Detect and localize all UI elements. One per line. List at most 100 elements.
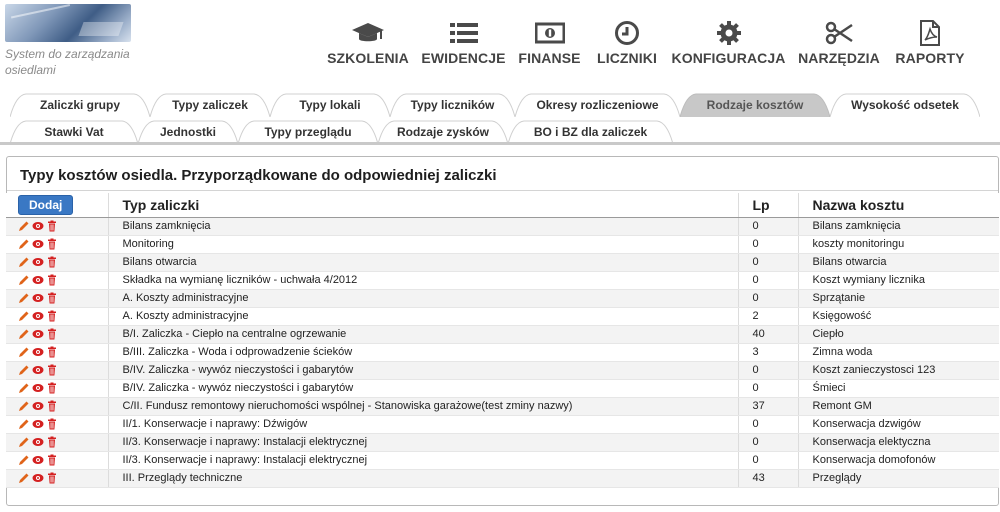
tab-wysokosc-odsetek[interactable]: Wysokość odsetek	[830, 93, 980, 117]
row-actions	[6, 415, 108, 434]
eye-icon[interactable]	[32, 238, 44, 250]
nav-liczniki[interactable]: LICZNIKI	[588, 20, 666, 70]
table-row[interactable]: A. Koszty administracyjne 2 Księgowość	[6, 307, 999, 326]
nav-szkolenia[interactable]: SZKOLENIA	[320, 20, 416, 70]
nav-label: SZKOLENIA	[327, 50, 409, 66]
tab-rodzaje-kosztow[interactable]: Rodzaje kosztów	[680, 93, 830, 117]
tab-typy-lokali[interactable]: Typy lokali	[270, 93, 390, 117]
tab-okresy-rozliczeniowe[interactable]: Okresy rozliczeniowe	[515, 93, 680, 117]
table-row[interactable]: II/3. Konserwacje i naprawy: Instalacji …	[6, 451, 999, 470]
nav-narzedzia[interactable]: NARZĘDZIA	[791, 20, 887, 70]
cell-typ-zaliczki: Bilans zamknięcia	[107, 217, 738, 236]
table-row[interactable]: II/3. Konserwacje i naprawy: Instalacji …	[6, 433, 999, 452]
header-nazwa-kosztu[interactable]: Nazwa kosztu	[797, 193, 999, 218]
table-row[interactable]: III. Przeglądy techniczne 43 Przeglądy	[6, 469, 999, 488]
trash-icon[interactable]	[46, 220, 58, 232]
eye-icon[interactable]	[32, 346, 44, 358]
pencil-icon[interactable]	[18, 292, 30, 304]
eye-icon[interactable]	[32, 220, 44, 232]
pencil-icon[interactable]	[18, 346, 30, 358]
table-row[interactable]: Monitoring 0 koszty monitoringu	[6, 235, 999, 254]
pencil-icon[interactable]	[18, 328, 30, 340]
trash-icon[interactable]	[46, 310, 58, 322]
table-row[interactable]: Bilans otwarcia 0 Bilans otwarcia	[6, 253, 999, 272]
nav-raporty[interactable]: RAPORTY	[887, 20, 973, 70]
tab-bo-bz-zaliczek[interactable]: BO i BZ dla zaliczek	[508, 120, 673, 144]
trash-icon[interactable]	[46, 238, 58, 250]
actions-group	[18, 274, 108, 286]
eye-icon[interactable]	[32, 364, 44, 376]
nav-finanse[interactable]: FINANSE	[511, 20, 588, 70]
tab-stawki-vat[interactable]: Stawki Vat	[10, 120, 138, 144]
table-row[interactable]: Składka na wymianę liczników - uchwała 4…	[6, 271, 999, 290]
table-row[interactable]: C/II. Fundusz remontowy nieruchomości ws…	[6, 397, 999, 416]
pencil-icon[interactable]	[18, 310, 30, 322]
header-lp[interactable]: Lp	[737, 193, 798, 218]
pencil-icon[interactable]	[18, 382, 30, 394]
trash-icon[interactable]	[46, 418, 58, 430]
eye-icon[interactable]	[32, 454, 44, 466]
pencil-icon[interactable]	[18, 400, 30, 412]
pencil-icon[interactable]	[18, 274, 30, 286]
eye-icon[interactable]	[32, 328, 44, 340]
trash-icon[interactable]	[46, 436, 58, 448]
pencil-icon[interactable]	[18, 364, 30, 376]
pencil-icon[interactable]	[18, 238, 30, 250]
nav-ewidencje[interactable]: EWIDENCJE	[416, 20, 511, 70]
eye-icon[interactable]	[32, 310, 44, 322]
add-button[interactable]: Dodaj	[18, 194, 74, 215]
eye-icon[interactable]	[32, 274, 44, 286]
trash-icon[interactable]	[46, 292, 58, 304]
eye-icon[interactable]	[32, 292, 44, 304]
row-actions	[6, 361, 108, 380]
table-row[interactable]: B/IV. Zaliczka - wywóz nieczystości i ga…	[6, 361, 999, 380]
pencil-icon[interactable]	[18, 256, 30, 268]
trash-icon[interactable]	[46, 400, 58, 412]
tab-typy-zaliczek[interactable]: Typy zaliczek	[150, 93, 270, 117]
actions-group	[18, 364, 108, 376]
tab-jednostki[interactable]: Jednostki	[138, 120, 238, 144]
tab-label: Zaliczki grupy	[39, 98, 121, 112]
cell-nazwa-kosztu: Śmieci	[797, 379, 999, 398]
trash-icon[interactable]	[46, 328, 58, 340]
table-row[interactable]: A. Koszty administracyjne 0 Sprzątanie	[6, 289, 999, 308]
trash-icon[interactable]	[46, 472, 58, 484]
pencil-icon[interactable]	[18, 418, 30, 430]
trash-icon[interactable]	[46, 346, 58, 358]
header-typ-zaliczki[interactable]: Typ zaliczki	[107, 193, 738, 218]
table-row[interactable]: Bilans zamknięcia 0 Bilans zamknięcia	[6, 217, 999, 236]
table-row[interactable]: B/III. Zaliczka - Woda i odprowadzenie ś…	[6, 343, 999, 362]
cell-typ-zaliczki: C/II. Fundusz remontowy nieruchomości ws…	[107, 397, 738, 416]
eye-icon[interactable]	[32, 382, 44, 394]
trash-icon[interactable]	[46, 382, 58, 394]
table-row[interactable]: II/1. Konserwacje i naprawy: Dźwigów 0 Kon…	[6, 415, 999, 434]
trash-icon[interactable]	[46, 364, 58, 376]
trash-icon[interactable]	[46, 274, 58, 286]
logo[interactable]: System do zarządzania osiedlami	[5, 4, 131, 78]
tab-typy-licznikow[interactable]: Typy liczników	[390, 93, 515, 117]
tab-typy-przegladu[interactable]: Typy przeglądu	[238, 120, 378, 144]
eye-icon[interactable]	[32, 256, 44, 268]
trash-icon[interactable]	[46, 256, 58, 268]
actions-group	[18, 310, 108, 322]
cell-typ-zaliczki: II/3. Konserwacje i naprawy: Instalacji …	[107, 433, 738, 452]
table-row[interactable]: B/I. Zaliczka - Ciepło na centralne ogrz…	[6, 325, 999, 344]
row-actions	[6, 325, 108, 344]
pencil-icon[interactable]	[18, 472, 30, 484]
eye-icon[interactable]	[32, 436, 44, 448]
nav-konfiguracja[interactable]: KONFIGURACJA	[666, 20, 791, 70]
clock-icon	[614, 20, 640, 46]
tab-label: Stawki Vat	[44, 125, 104, 139]
tab-zaliczki-grupy[interactable]: Zaliczki grupy	[10, 93, 150, 117]
trash-icon[interactable]	[46, 454, 58, 466]
tab-rodzaje-zyskow[interactable]: Rodzaje zysków	[378, 120, 508, 144]
table-row[interactable]: B/IV. Zaliczka - wywóz nieczystości i ga…	[6, 379, 999, 398]
cell-lp: 0	[737, 217, 798, 236]
eye-icon[interactable]	[32, 418, 44, 430]
pencil-icon[interactable]	[18, 436, 30, 448]
eye-icon[interactable]	[32, 472, 44, 484]
pencil-icon[interactable]	[18, 220, 30, 232]
gear-icon	[716, 20, 742, 46]
pencil-icon[interactable]	[18, 454, 30, 466]
eye-icon[interactable]	[32, 400, 44, 412]
